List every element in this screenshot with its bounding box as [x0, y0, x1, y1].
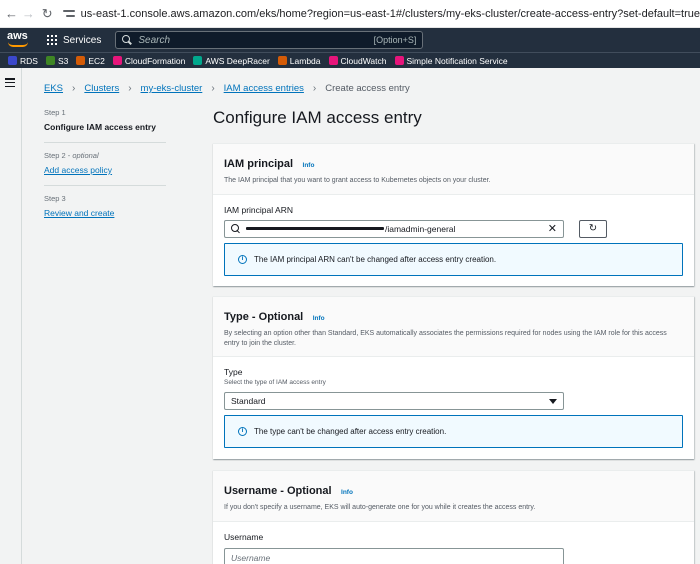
- step-3-link[interactable]: Review and create: [44, 208, 166, 218]
- favorite-label: S3: [57, 55, 69, 66]
- services-menu-button[interactable]: Services: [63, 35, 101, 46]
- info-alert: i The type can't be changed after access…: [224, 415, 683, 448]
- redacted-account-id: [246, 227, 384, 230]
- chevron-right-icon: ›: [211, 83, 215, 94]
- global-search[interactable]: [Option+S]: [115, 31, 424, 49]
- field-label: IAM principal ARN: [224, 204, 293, 215]
- step-1-title: Configure IAM access entry: [44, 122, 156, 132]
- page-title: Configure IAM access entry: [213, 108, 422, 127]
- wizard-steps: Step 1 Configure IAM access entry Step 2…: [44, 108, 166, 236]
- favorite-link[interactable]: Lambda: [277, 55, 321, 66]
- favorite-label: RDS: [20, 55, 38, 66]
- step-number: Step 3: [44, 194, 66, 203]
- caret-down-icon: [549, 398, 557, 404]
- step-number: Step 1: [44, 108, 66, 117]
- step-2: Step 2 - optional Add access policy: [44, 151, 166, 186]
- service-icon: [45, 56, 55, 65]
- favorite-link[interactable]: CloudWatch: [328, 55, 387, 66]
- refresh-button[interactable]: ↻: [579, 219, 607, 238]
- breadcrumb: EKS › Clusters › my-eks-cluster › IAM ac…: [44, 83, 410, 94]
- iam-principal-arn-input[interactable]: /iamadmin-general ✕: [224, 219, 564, 238]
- breadcrumb-current: Create access entry: [325, 83, 410, 94]
- favorite-link[interactable]: EC2: [76, 56, 105, 66]
- info-alert: i The IAM principal ARN can't be changed…: [224, 242, 683, 276]
- arn-value: /iamadmin-general: [385, 223, 456, 234]
- favorite-label: CloudWatch: [340, 55, 387, 66]
- site-settings-icon[interactable]: [62, 7, 75, 21]
- aws-top-nav: aws Services [Option+S]: [0, 28, 700, 52]
- panel-title: Type - Optional: [224, 311, 304, 323]
- alert-text: The type can't be changed after access e…: [254, 427, 447, 436]
- favorite-label: AWS DeepRacer: [205, 55, 270, 66]
- chevron-right-icon: ›: [128, 83, 132, 94]
- panel-header: Username - Optional Info If you don't sp…: [213, 471, 694, 522]
- service-icon: [193, 56, 203, 65]
- favorite-label: Simple Notification Service: [406, 55, 508, 66]
- favorite-link[interactable]: RDS: [8, 56, 38, 66]
- panel-header: IAM principal Info The IAM principal tha…: [213, 144, 694, 195]
- select-value: Standard: [231, 396, 266, 406]
- service-icon: [8, 56, 17, 65]
- favorite-label: CloudFormation: [124, 55, 186, 66]
- refresh-icon: ↻: [588, 223, 598, 234]
- username-input[interactable]: [224, 547, 564, 564]
- favorites-bar: RDS S3 EC2 CloudFormation AWS DeepRacer Lambd…: [0, 52, 700, 68]
- panel-header: Type - Optional Info By selecting an opt…: [213, 297, 694, 357]
- search-shortcut-hint: [Option+S]: [373, 35, 417, 45]
- panel-description: The IAM principal that you want to grant…: [224, 177, 491, 184]
- type-select[interactable]: Standard: [224, 392, 564, 410]
- service-icon: [394, 56, 404, 65]
- panel-description: If you don't specify a username, EKS wil…: [224, 504, 536, 511]
- service-icon: [328, 56, 338, 65]
- panel-title: IAM principal: [224, 158, 294, 170]
- aws-logo[interactable]: aws: [7, 30, 33, 50]
- step-1: Step 1 Configure IAM access entry: [44, 108, 166, 143]
- favorite-link[interactable]: Simple Notification Service: [394, 55, 508, 66]
- info-icon: i: [238, 427, 247, 436]
- info-link[interactable]: Info: [303, 162, 315, 169]
- chevron-right-icon: ›: [312, 83, 317, 94]
- back-arrow-icon[interactable]: ←: [4, 6, 19, 21]
- side-nav-divider: [21, 68, 22, 564]
- info-link[interactable]: Info: [313, 315, 325, 322]
- info-link[interactable]: Info: [341, 489, 353, 496]
- search-input[interactable]: [138, 34, 374, 46]
- url-text[interactable]: us-east-1.console.aws.amazon.com/eks/hom…: [81, 8, 700, 20]
- alert-text: The IAM principal ARN can't be changed a…: [254, 254, 497, 264]
- breadcrumb-clusters[interactable]: Clusters: [84, 83, 119, 94]
- field-label: Username: [224, 531, 264, 542]
- forward-arrow-icon[interactable]: →: [21, 6, 36, 21]
- favorite-label: EC2: [88, 55, 105, 66]
- type-panel: Type - Optional Info By selecting an opt…: [213, 296, 694, 459]
- breadcrumb-access-entries[interactable]: IAM access entries: [224, 83, 304, 94]
- search-icon: [231, 224, 240, 233]
- favorite-link[interactable]: CloudFormation: [112, 55, 186, 66]
- menu-icon[interactable]: [5, 78, 15, 87]
- panel-title: Username - Optional: [224, 485, 332, 497]
- iam-principal-panel: IAM principal Info The IAM principal tha…: [213, 143, 694, 286]
- favorite-link[interactable]: AWS DeepRacer: [193, 55, 270, 66]
- service-icon: [277, 56, 287, 65]
- service-icon: [76, 56, 86, 65]
- info-icon: i: [238, 254, 247, 264]
- reload-icon[interactable]: ↻: [40, 6, 55, 22]
- service-icon: [112, 56, 122, 65]
- aws-logo-text: aws: [7, 30, 28, 42]
- services-grid-icon[interactable]: [47, 35, 57, 45]
- breadcrumb-eks[interactable]: EKS: [44, 83, 63, 94]
- field-description: Select the type of IAM access entry: [224, 379, 326, 386]
- clear-icon[interactable]: ✕: [548, 222, 557, 235]
- step-2-link[interactable]: Add access policy: [44, 165, 166, 175]
- step-number: Step 2 - optional: [44, 151, 99, 160]
- username-panel: Username - Optional Info If you don't sp…: [213, 470, 694, 564]
- breadcrumb-cluster[interactable]: my-eks-cluster: [141, 83, 203, 94]
- step-3: Step 3 Review and create: [44, 194, 166, 228]
- favorite-link[interactable]: S3: [45, 55, 69, 66]
- panel-description: By selecting an option other than Standa…: [224, 330, 667, 347]
- search-icon: [122, 35, 132, 45]
- favorite-label: Lambda: [289, 55, 321, 66]
- field-label: Type: [224, 367, 243, 377]
- chevron-right-icon: ›: [72, 83, 76, 94]
- browser-url-bar: ← → ↻ us-east-1.console.aws.amazon.com/e…: [0, 0, 700, 28]
